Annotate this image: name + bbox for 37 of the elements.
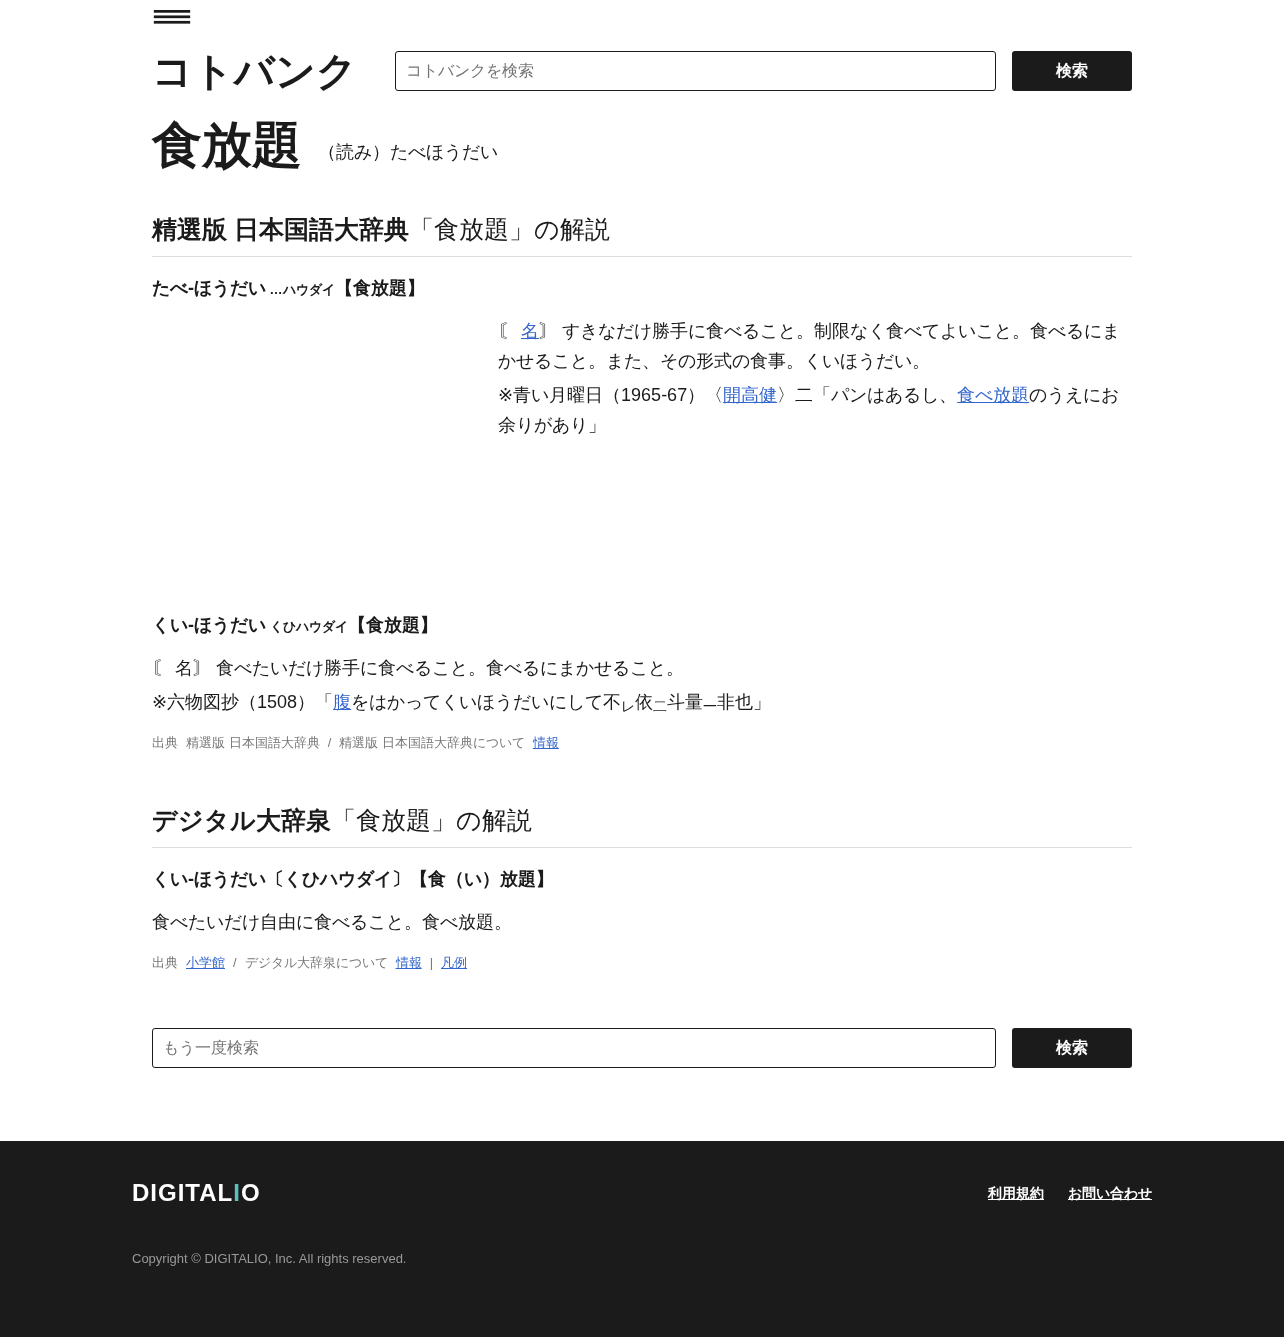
headword: くい-ほうだい〔くひハウダイ〕【食（い）放題】 bbox=[152, 867, 555, 891]
entry-title: 食放題 bbox=[152, 120, 302, 170]
separator: | bbox=[429, 953, 433, 972]
search-button[interactable]: 検索 bbox=[1012, 1028, 1132, 1068]
link[interactable]: 凡例 bbox=[441, 952, 467, 972]
footer-logo[interactable]: DIGITALIO bbox=[132, 1175, 261, 1211]
search-field[interactable]: コトバンクを検索 bbox=[395, 51, 996, 91]
definition-text: ※六物図抄（1508）「腹をはかってくいほうだいにして不$_{レ}$依$_{二}$斗量$_{一}$非也」 bbox=[152, 691, 773, 717]
search-button[interactable]: 検索 bbox=[1012, 51, 1132, 91]
link[interactable]: 情報 bbox=[532, 733, 559, 753]
source-text: デジタル大辞泉について bbox=[244, 953, 388, 972]
reading-text: （読み）たべほうだい bbox=[318, 141, 498, 164]
search-field[interactable]: もう一度検索 bbox=[152, 1028, 996, 1068]
headword: たべ-ほうだい …ハウダイ【食放題】 bbox=[152, 277, 426, 300]
separator: / bbox=[327, 734, 332, 752]
link[interactable]: 名 bbox=[521, 321, 539, 341]
definition-text: 〘 名〙 食べたいだけ勝手に食べること。食べるにまかせること。 bbox=[152, 657, 685, 680]
link[interactable]: 情報 bbox=[395, 952, 422, 972]
definition-text: 食べたいだけ自由に食べること。食べ放題。 bbox=[152, 910, 513, 934]
link[interactable]: 小学館 bbox=[186, 952, 225, 972]
source-text: 出典 bbox=[152, 953, 178, 972]
source-text: 精選版 日本国語大辞典について bbox=[339, 734, 525, 752]
link[interactable]: 開高健 bbox=[723, 385, 778, 405]
link[interactable]: 腹 bbox=[333, 692, 352, 712]
copyright-text: Copyright © DIGITALIO, Inc. All rights reserved. bbox=[132, 1250, 408, 1268]
definition-text: ※青い月曜日（1965-67）〈開高健〉二「パンはあるし、食べ放題のうえにお余りがあり」 bbox=[498, 384, 1121, 437]
section-heading: 精選版 日本国語大辞典「食放題」の解説 bbox=[152, 214, 1132, 257]
headword: くい-ほうだい くひハウダイ【食放題】 bbox=[152, 614, 439, 637]
source-text: 出典 bbox=[152, 734, 178, 752]
source-text: 精選版 日本国語大辞典 bbox=[186, 734, 320, 752]
footer-link[interactable]: 利用規約 bbox=[988, 1182, 1044, 1204]
definition-text: 〘 名〙 すきなだけ勝手に食べること。制限なく食べてよいこと。食べるにまかせること。また、その形式の食事。くいほうだい。 bbox=[498, 320, 1122, 373]
footer-link[interactable]: お問い合わせ bbox=[1068, 1182, 1152, 1204]
separator: / bbox=[233, 953, 237, 972]
link[interactable]: 食べ放題 bbox=[957, 385, 1030, 405]
site-logo[interactable]: コトバンク bbox=[152, 46, 357, 96]
section-heading: デジタル大辞泉「食放題」の解説 bbox=[152, 804, 1132, 848]
